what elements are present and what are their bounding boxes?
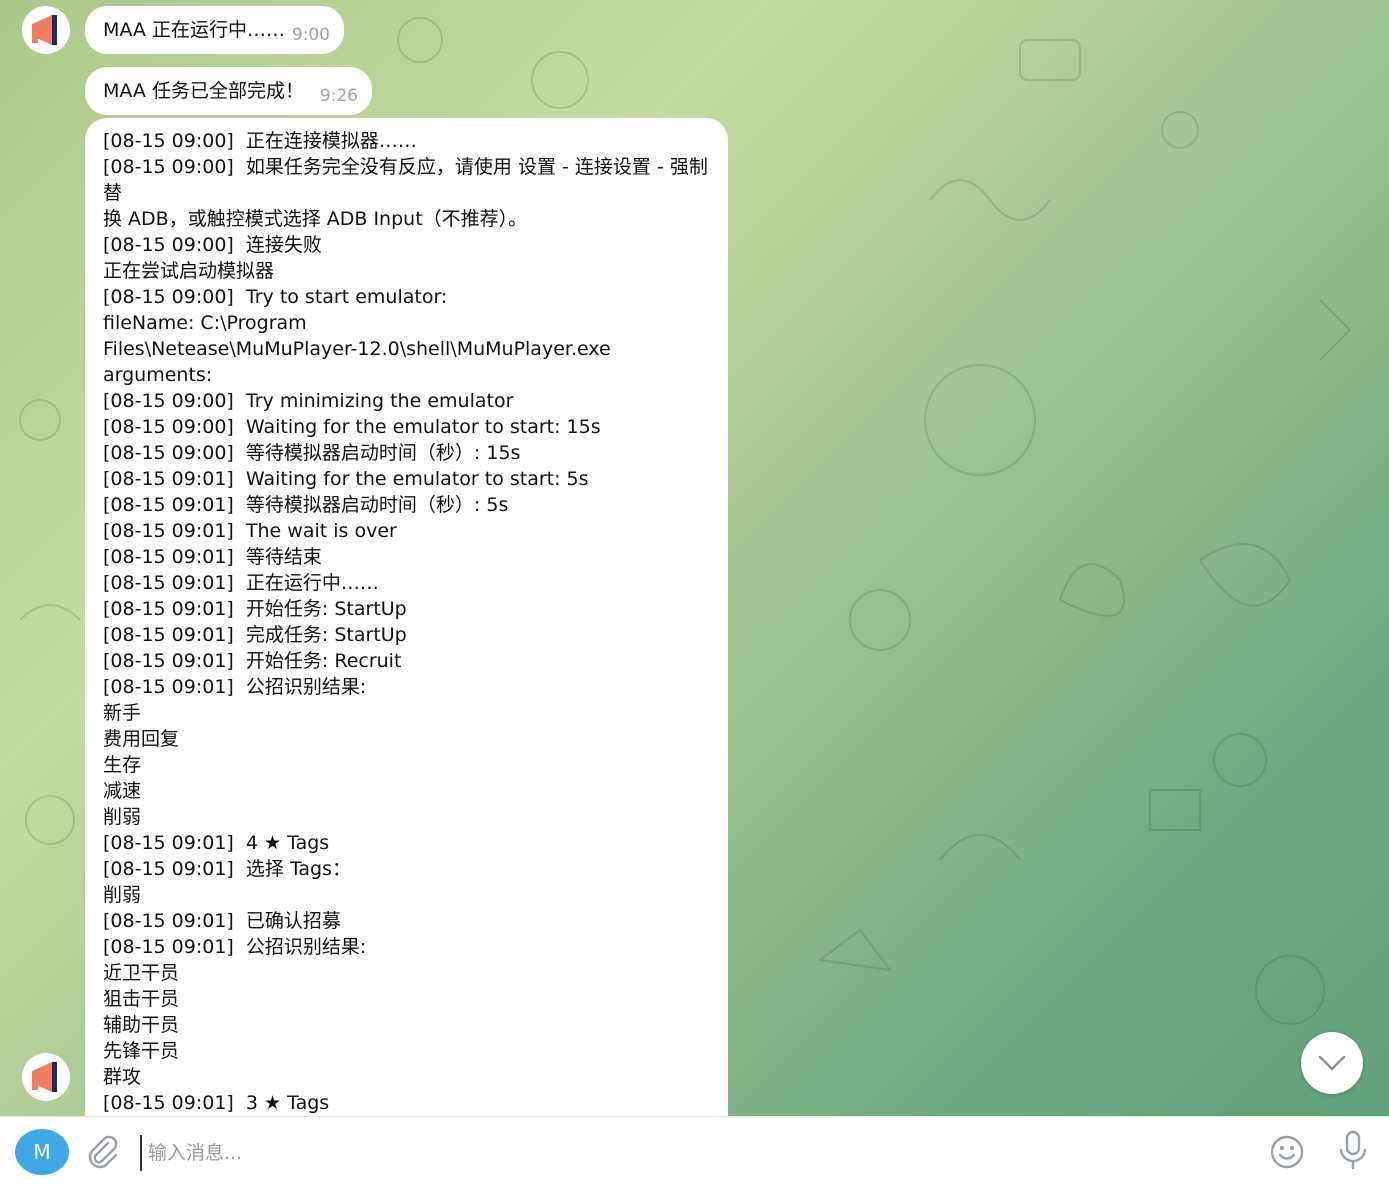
message-bubble: MAA 正在运行中…… 9:00 — [85, 6, 344, 54]
log-line: [08-15 09:01] 4 ★ Tags — [103, 832, 330, 854]
log-line: [08-15 09:01] 开始任务: StartUp — [103, 598, 407, 620]
log-line: [08-15 09:01] 等待结束 — [103, 546, 322, 568]
log-line: [08-15 09:01] 已确认招募 — [103, 910, 341, 932]
log-line: 狙击干员 — [103, 988, 180, 1010]
log-line: arguments: — [103, 364, 213, 386]
chevron-down-icon — [1318, 1055, 1346, 1071]
log-line: [08-15 09:01] The wait is over — [103, 520, 397, 542]
message-text: MAA 正在运行中…… — [103, 19, 285, 41]
log-line: 削弱 — [103, 884, 142, 906]
log-line: [08-15 09:00] 如果任务完全没有反应，请使用 设置 - 连接设置 -… — [103, 156, 708, 204]
log-line: [08-15 09:01] Waiting for the emulator t… — [103, 468, 589, 490]
message-time: 9:26 — [319, 86, 358, 106]
log-line: 近卫干员 — [103, 962, 180, 984]
log-line: [08-15 09:00] 等待模拟器启动时间（秒）: 15s — [103, 442, 521, 464]
log-line: fileName: C:\Program — [103, 312, 307, 334]
log-line: [08-15 09:00] 连接失败 — [103, 234, 322, 256]
bot-avatar[interactable] — [22, 6, 70, 54]
log-line: [08-15 09:00] Waiting for the emulator t… — [103, 416, 601, 438]
log-line: 先锋干员 — [103, 1040, 180, 1062]
log-line: 换 ADB，或触控模式选择 ADB Input（不推荐）。 — [103, 208, 528, 230]
message-bubble: MAA 任务已全部完成！ 9:26 — [85, 67, 372, 115]
log-line: 群攻 — [103, 1066, 142, 1088]
message-input[interactable] — [140, 1135, 1250, 1171]
log-line: [08-15 09:00] Try minimizing the emulato… — [103, 390, 514, 412]
log-line: [08-15 09:01] 公招识别结果: — [103, 676, 367, 698]
log-line: 减速 — [103, 780, 142, 802]
paperclip-icon[interactable] — [84, 1133, 120, 1171]
chat-area: MAA 正在运行中…… 9:00 MAA 任务已全部完成！ 9:26 [08-1… — [0, 0, 1389, 1116]
megaphone-icon — [32, 1062, 57, 1092]
log-line: [08-15 09:01] 开始任务: Recruit — [103, 650, 402, 672]
log-line: [08-15 09:01] 选择 Tags： — [103, 858, 352, 880]
message-composer: M — [0, 1116, 1389, 1186]
log-line: 生存 — [103, 754, 142, 776]
megaphone-icon — [32, 15, 57, 45]
log-line: 费用回复 — [103, 728, 180, 750]
log-line: Files\Netease\MuMuPlayer-12.0\shell\MuMu… — [103, 338, 611, 360]
log-line: [08-15 09:01] 正在运行中…… — [103, 572, 379, 594]
user-avatar[interactable]: M — [15, 1129, 69, 1175]
log-line: [08-15 09:01] 3 ★ Tags — [103, 1092, 330, 1114]
log-line: 削弱 — [103, 806, 142, 828]
log-line: [08-15 09:00] Try to start emulator: — [103, 286, 448, 308]
log-line: [08-15 09:01] 完成任务: StartUp — [103, 624, 407, 646]
log-line: [08-15 09:00] 正在连接模拟器…… — [103, 130, 417, 152]
log-line: 辅助干员 — [103, 1014, 180, 1036]
message-text: MAA 任务已全部完成！ — [103, 80, 304, 102]
bot-avatar[interactable] — [22, 1053, 70, 1101]
log-line: 新手 — [103, 702, 142, 724]
log-line: [08-15 09:01] 公招识别结果: — [103, 936, 367, 958]
microphone-icon[interactable] — [1334, 1129, 1372, 1173]
scroll-down-button[interactable] — [1301, 1032, 1363, 1094]
emoji-icon[interactable] — [1268, 1133, 1306, 1171]
log-line: [08-15 09:01] 等待模拟器启动时间（秒）: 5s — [103, 494, 509, 516]
log-line: 正在尝试启动模拟器 — [103, 260, 275, 282]
message-time: 9:00 — [291, 25, 330, 45]
log-message-bubble: [08-15 09:00] 正在连接模拟器…… [08-15 09:00] 如果任… — [85, 118, 728, 1116]
